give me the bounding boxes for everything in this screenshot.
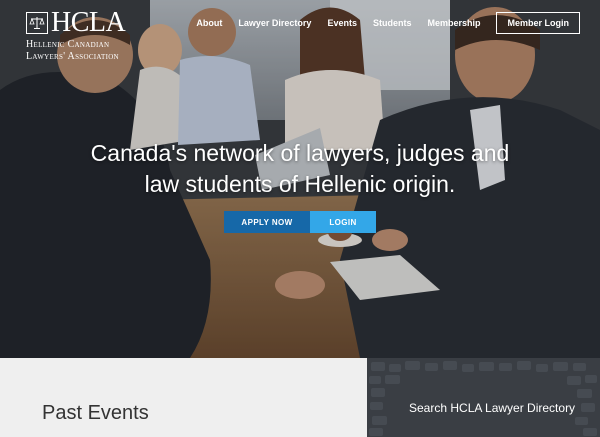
brand[interactable]: HCLA Hellenic Canadian Lawyers' Associat… — [26, 7, 126, 63]
logo[interactable]: HCLA — [26, 7, 126, 38]
past-events-title: Past Events — [42, 402, 149, 424]
hero-headline-line-1: Canada's network of lawyers, judges and — [90, 140, 510, 166]
hero-cta-group: APPLY NOW LOGIN — [224, 211, 376, 233]
hero-headline-line-2: law students of Hellenic origin. — [144, 171, 456, 197]
nav-events[interactable]: Events — [327, 18, 357, 28]
member-login-button[interactable]: Member Login — [496, 12, 580, 34]
apply-now-button[interactable]: APPLY NOW — [224, 211, 310, 233]
org-name-line-2: Lawyers' Association — [26, 51, 119, 62]
hero-headline: Canada's network of lawyers, judges and … — [60, 138, 540, 200]
cobblestone-background — [367, 358, 600, 437]
org-name-line-1: Hellenic Canadian — [26, 39, 110, 50]
org-name: Hellenic Canadian Lawyers' Association — [26, 39, 125, 63]
login-button[interactable]: LOGIN — [310, 211, 376, 233]
main-nav: About Lawyer Directory Events Students M… — [196, 12, 580, 34]
scales-of-justice-icon — [26, 12, 48, 34]
past-events-section: Past Events — [0, 358, 367, 437]
logo-text: HCLA — [51, 7, 126, 38]
nav-membership[interactable]: Membership — [427, 18, 480, 28]
hero-section: HCLA Hellenic Canadian Lawyers' Associat… — [0, 0, 600, 358]
nav-students[interactable]: Students — [373, 18, 412, 28]
search-directory-title[interactable]: Search HCLA Lawyer Directory — [409, 400, 579, 416]
nav-lawyer-directory[interactable]: Lawyer Directory — [238, 18, 311, 28]
nav-about[interactable]: About — [196, 18, 222, 28]
lawyer-directory-search-section[interactable]: Search HCLA Lawyer Directory — [367, 358, 600, 437]
